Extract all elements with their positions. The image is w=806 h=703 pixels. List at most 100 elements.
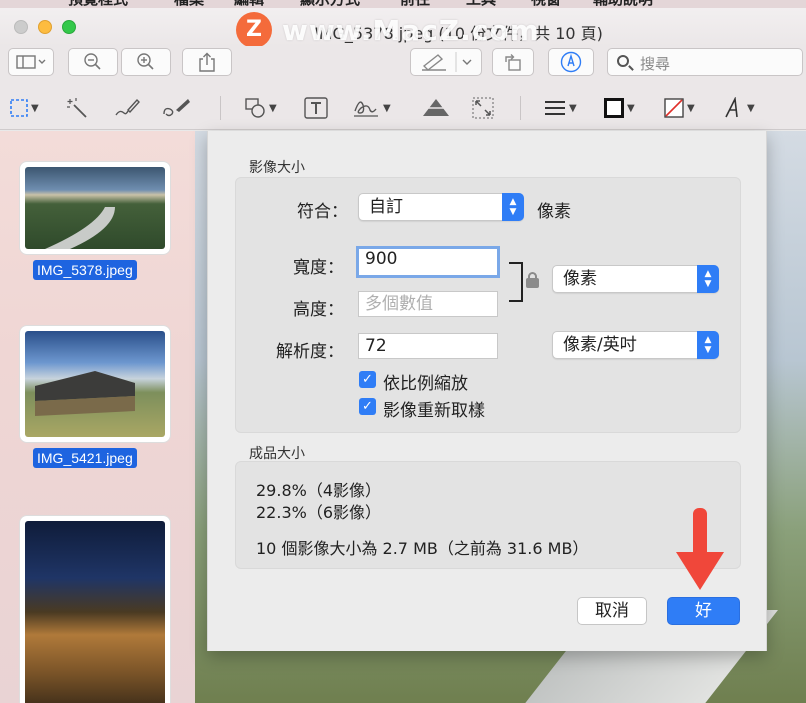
markup-toolbar-button[interactable] [548, 48, 594, 76]
watermark-text: www.MacZ.com [282, 14, 540, 47]
rotate-button[interactable] [492, 48, 534, 76]
highlight-button[interactable] [410, 48, 482, 76]
watermark-logo-icon: Z [236, 12, 272, 48]
search-field[interactable]: 搜尋 [607, 48, 803, 76]
size-unit-value: 像素 [563, 269, 597, 289]
line-style-icon [545, 101, 565, 115]
fit-into-popup[interactable]: 自訂 ▲ ▼ [358, 193, 524, 221]
toolbar-divider [520, 96, 521, 120]
annotation-arrow-icon [676, 508, 724, 590]
scale-proportionally-label[interactable]: 依比例縮放 [383, 369, 468, 394]
chevron-down-icon: ▼ [383, 102, 391, 114]
popup-arrows-icon: ▲ ▼ [697, 265, 719, 293]
scale-proportionally-checkbox[interactable]: ✓ [359, 371, 376, 388]
rotate-icon [505, 54, 521, 71]
thumbnail-label-1[interactable]: IMG_5378.jpeg [33, 260, 137, 280]
ok-button[interactable]: 好 [667, 597, 740, 625]
fit-label: 符合： [297, 202, 348, 222]
highlighter-icon [422, 52, 472, 72]
main-toolbar: 搜尋 [0, 46, 806, 86]
border-color-tool[interactable]: ▼ [604, 96, 635, 120]
instant-alpha-tool[interactable] [66, 96, 88, 120]
zoom-out-button[interactable] [68, 48, 118, 76]
zoom-in-button[interactable] [121, 48, 171, 76]
popup-arrows-icon: ▲ ▼ [502, 193, 524, 221]
result-summary: 10 個影像大小為 2.7 MB（之前為 31.6 MB） [256, 539, 589, 558]
cancel-button[interactable]: 取消 [577, 597, 647, 625]
zoom-in-icon [137, 53, 154, 70]
adjust-color-icon [423, 99, 449, 116]
markup-pen-icon [560, 51, 582, 73]
fill-color-icon [664, 98, 684, 118]
font-icon [725, 97, 738, 118]
chevron-down-icon: ▼ [31, 102, 39, 114]
text-box-icon [304, 97, 328, 119]
resample-label[interactable]: 影像重新取樣 [383, 396, 485, 421]
shapes-tool[interactable]: ▼ [244, 96, 277, 120]
height-input[interactable]: 多個數值 [358, 291, 498, 317]
lock-icon[interactable] [525, 272, 541, 288]
search-placeholder: 搜尋 [640, 55, 671, 73]
size-unit-popup[interactable]: 像素 ▲ ▼ [552, 265, 719, 293]
share-icon [199, 52, 215, 72]
selection-tool[interactable]: ▼ [10, 96, 39, 120]
adjust-size-tool[interactable] [472, 96, 494, 120]
thumbnail-label-2[interactable]: IMG_5421.jpeg [33, 448, 137, 468]
signature-icon [354, 101, 378, 117]
chevron-down-icon: ▼ [687, 102, 695, 114]
minimize-window-button[interactable] [38, 20, 52, 34]
width-label: 寬度： [293, 258, 344, 278]
result-size-section-title: 成品大小 [249, 446, 305, 462]
result-line-2: 22.3%（6影像） [256, 503, 382, 522]
thumbnail-image [25, 521, 165, 703]
shape-style-tool[interactable]: ▼ [544, 96, 577, 120]
sidebar-icon [16, 55, 46, 69]
boardwalk-graphic [45, 207, 115, 249]
fit-unit-label: 像素 [537, 202, 571, 222]
shapes-icon [245, 98, 265, 118]
resize-icon [472, 97, 494, 119]
height-label: 高度： [293, 300, 344, 320]
fill-color-tool[interactable]: ▼ [664, 96, 695, 120]
close-window-button[interactable] [14, 20, 28, 34]
chevron-down-icon: ▼ [269, 102, 277, 114]
share-button[interactable] [182, 48, 232, 76]
text-style-tool[interactable]: ▼ [724, 96, 755, 120]
result-line-1: 29.8%（4影像） [256, 481, 382, 500]
draw-pen-icon [163, 99, 190, 117]
sign-tool[interactable]: ▼ [352, 96, 391, 120]
rectangular-selection-icon [10, 99, 28, 117]
magic-wand-icon [67, 98, 87, 118]
thumbnail-3[interactable] [20, 516, 170, 703]
search-icon [617, 55, 629, 67]
sketch-pen-icon [115, 98, 140, 116]
chevron-down-icon: ▼ [569, 102, 577, 114]
border-color-icon [604, 98, 624, 118]
chevron-down-icon: ▼ [627, 102, 635, 114]
resolution-input[interactable]: 72 [358, 333, 498, 359]
adjust-color-tool[interactable] [422, 96, 450, 120]
draw-tool[interactable] [162, 96, 192, 120]
chevron-down-icon: ▼ [747, 102, 755, 114]
linked-dimensions-bracket [509, 262, 523, 302]
thumbnail-image [25, 167, 165, 249]
fit-into-value: 自訂 [369, 197, 403, 217]
text-tool[interactable] [304, 96, 328, 120]
thumbnail-1[interactable] [20, 162, 170, 254]
thumbnail-2[interactable] [20, 326, 170, 442]
pavilion-graphic [35, 371, 135, 416]
markup-toolbar: ▼ ▼ ▼ ▼ ▼ ▼ ▼ [0, 86, 806, 130]
image-size-section-title: 影像大小 [249, 160, 305, 176]
resample-checkbox[interactable]: ✓ [359, 398, 376, 415]
resolution-unit-popup[interactable]: 像素/英吋 ▲ ▼ [552, 331, 719, 359]
width-input[interactable]: 900 [356, 246, 500, 278]
title-bar: IMG_5378.jpeg (10 份文件，共 10 頁) Z www.MacZ… [0, 8, 806, 48]
zoom-window-button[interactable] [62, 20, 76, 34]
thumbnail-image [25, 331, 165, 437]
resolution-unit-value: 像素/英吋 [563, 335, 637, 355]
zoom-out-icon [84, 53, 101, 70]
resolution-label: 解析度： [276, 342, 344, 362]
popup-arrows-icon: ▲ ▼ [697, 331, 719, 359]
sidebar-toggle-button[interactable] [8, 48, 54, 76]
sketch-tool[interactable] [114, 96, 140, 120]
